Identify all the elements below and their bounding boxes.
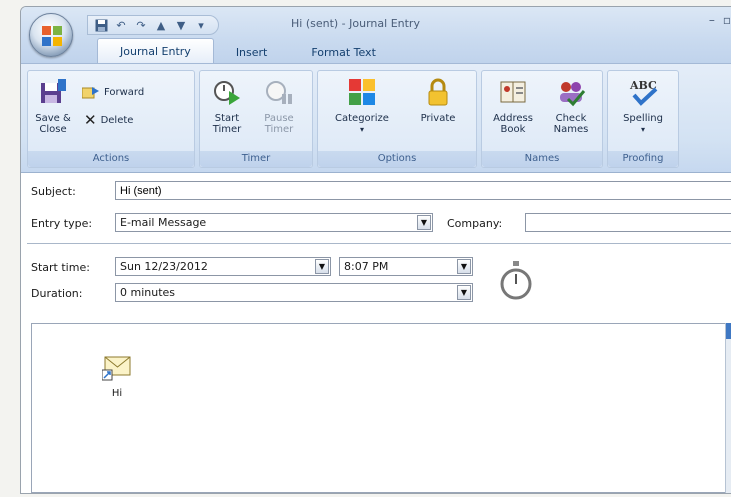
group-actions-label: Actions (28, 151, 194, 167)
save-icon[interactable] (94, 18, 108, 32)
categorize-button[interactable]: Categorize ▾ (326, 77, 398, 135)
envelope-icon (102, 356, 131, 381)
check-names-icon (560, 82, 586, 107)
group-actions: Save & Close Forward ✕ Delete Actions (27, 70, 195, 168)
start-time-label: Start time: (31, 261, 90, 274)
attachment-item[interactable]: Hi (102, 354, 132, 399)
group-options: Categorize ▾ Private Options (317, 70, 477, 168)
office-button[interactable] (29, 13, 73, 57)
attachment-label: Hi (111, 388, 123, 399)
private-button[interactable]: Private (414, 77, 462, 124)
group-timer: Start Timer Pause Timer Timer (199, 70, 313, 168)
forward-button[interactable]: Forward (82, 85, 144, 99)
start-date-dropdown-icon[interactable]: ▼ (315, 259, 329, 274)
subject-label: Subject: (31, 185, 76, 198)
save-close-button[interactable]: Save & Close (34, 77, 72, 135)
check-names-label: Check Names (553, 113, 589, 135)
minimize-button[interactable]: – (709, 13, 715, 27)
start-time-dropdown-icon[interactable]: ▼ (457, 259, 471, 274)
tab-insert[interactable]: Insert (214, 41, 290, 63)
entry-type-select[interactable]: E-mail Message (115, 213, 433, 232)
start-time-select[interactable]: 8:07 PM (339, 257, 473, 276)
journal-entry-window: ↶ ↷ ▲ ▼ ▾ Hi (sent) - Journal Entry – ▫ … (20, 6, 731, 494)
up-arrow-icon[interactable]: ▲ (154, 18, 168, 32)
pause-timer-icon (266, 81, 292, 104)
delete-label: Delete (100, 114, 134, 126)
undo-icon[interactable]: ↶ (114, 18, 128, 32)
categorize-icon (349, 79, 375, 105)
window-title: Hi (sent) - Journal Entry (291, 17, 420, 30)
pause-timer-button[interactable]: Pause Timer (260, 77, 298, 135)
group-proofing-label: Proofing (608, 151, 678, 167)
group-options-label: Options (318, 151, 476, 167)
entry-type-label: Entry type: (31, 217, 93, 230)
vertical-scrollbar[interactable] (725, 323, 731, 493)
office-logo-icon (42, 26, 62, 46)
categorize-dropdown-icon: ▾ (359, 125, 364, 134)
group-names-label: Names (482, 151, 602, 167)
start-date-select[interactable]: Sun 12/23/2012 (115, 257, 331, 276)
pause-timer-label: Pause Timer (264, 113, 294, 135)
down-arrow-icon[interactable]: ▼ (174, 18, 188, 32)
company-label: Company: (447, 217, 503, 230)
group-names: Address Book Check Names Names (481, 70, 603, 168)
company-input[interactable] (525, 213, 731, 232)
ribbon-tabs: Journal Entry Insert Format Text (97, 37, 398, 63)
spelling-icon: ABC (629, 79, 658, 106)
spelling-dropdown-icon: ▾ (640, 125, 645, 134)
stopwatch-icon (500, 261, 532, 300)
tab-format-text[interactable]: Format Text (289, 41, 398, 63)
quick-access-toolbar: ↶ ↷ ▲ ▼ ▾ (87, 15, 219, 35)
ribbon: Save & Close Forward ✕ Delete Actions St… (21, 63, 731, 173)
lock-icon (428, 78, 448, 106)
section-divider (27, 243, 731, 244)
redo-icon[interactable]: ↷ (134, 18, 148, 32)
duration-label: Duration: (31, 287, 83, 300)
delete-icon: ✕ (84, 111, 97, 129)
title-bar: ↶ ↷ ▲ ▼ ▾ Hi (sent) - Journal Entry – ▫ … (21, 7, 731, 63)
duration-dropdown-icon[interactable]: ▼ (457, 285, 471, 300)
spelling-label: Spelling (623, 113, 663, 124)
subject-input[interactable] (115, 181, 731, 200)
group-proofing: ABC Spelling ▾ Proofing (607, 70, 679, 168)
address-book-icon (500, 81, 526, 103)
save-close-label: Save & Close (35, 113, 71, 135)
save-close-icon (41, 79, 66, 103)
group-timer-label: Timer (200, 151, 312, 167)
categorize-label: Categorize (335, 113, 389, 124)
entry-type-dropdown-icon[interactable]: ▼ (417, 215, 431, 230)
address-book-button[interactable]: Address Book (488, 77, 538, 135)
customize-icon[interactable]: ▾ (194, 18, 208, 32)
check-names-button[interactable]: Check Names (546, 77, 596, 135)
window-controls: – ▫ (709, 13, 731, 27)
start-timer-label: Start Timer (212, 113, 242, 135)
spelling-button[interactable]: ABC Spelling ▾ (618, 77, 668, 135)
notes-body[interactable]: Hi (31, 323, 731, 493)
tab-journal-entry[interactable]: Journal Entry (97, 38, 214, 63)
private-label: Private (420, 113, 456, 124)
address-book-label: Address Book (493, 113, 533, 135)
forward-label: Forward (104, 86, 145, 98)
duration-select[interactable]: 0 minutes (115, 283, 473, 302)
forward-icon (82, 87, 99, 99)
scroll-up-button[interactable] (726, 323, 731, 339)
maximize-button[interactable]: ▫ (723, 13, 731, 27)
start-timer-icon (214, 81, 240, 105)
delete-button[interactable]: ✕ Delete (84, 111, 133, 129)
journal-form: Subject: Entry type: E-mail Message ▼ Co… (21, 173, 731, 493)
start-timer-button[interactable]: Start Timer (210, 77, 244, 135)
